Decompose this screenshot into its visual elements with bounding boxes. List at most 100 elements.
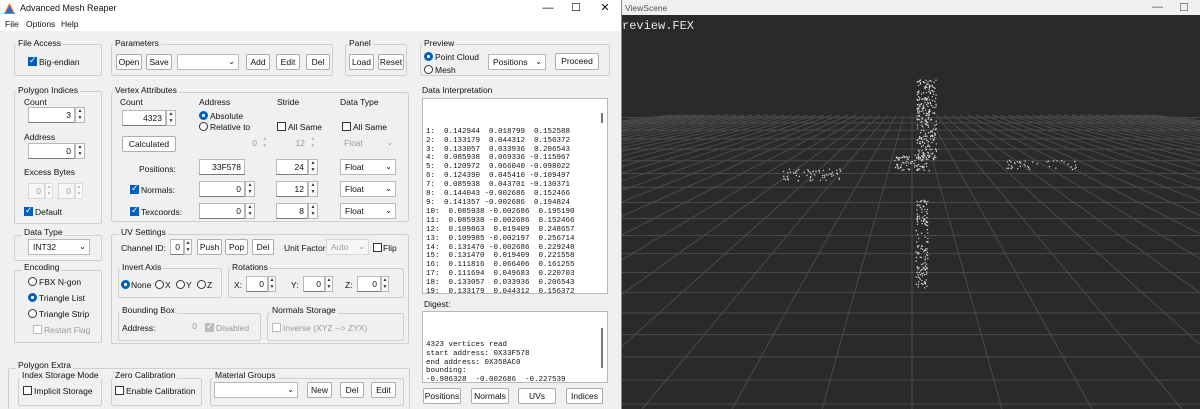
minimize-button[interactable]: —	[533, 1, 563, 16]
viewscene-minimize-button[interactable]: —	[1152, 1, 1163, 13]
pi-address-spinner[interactable]: ▲ ▼	[75, 143, 85, 159]
calculated-button[interactable]: Calculated	[122, 136, 176, 152]
material-new-button[interactable]: New	[307, 382, 332, 398]
rot-y-spinner[interactable]: ▲ ▼	[325, 276, 333, 292]
texcoords-address-input[interactable]: 0	[199, 203, 245, 219]
positions-stride-spinner[interactable]: ▲ ▼	[308, 159, 318, 175]
excess-b-input[interactable]: 0	[58, 183, 75, 199]
positions-stride-input[interactable]: 24	[276, 159, 308, 175]
del-button[interactable]: Del	[306, 54, 330, 70]
excess-a-spinner[interactable]: ▲ ▼	[45, 183, 53, 199]
absolute-radio[interactable]	[199, 111, 208, 120]
open-button[interactable]: Open	[116, 54, 142, 70]
rot-y-input[interactable]: 0	[303, 276, 325, 292]
menu-help[interactable]: Help	[61, 19, 78, 29]
digest-textbox[interactable]: 4323 vertices read start address: 0X33F57…	[422, 311, 608, 383]
positions-dtype-combo[interactable]: Float ⌄	[340, 159, 396, 175]
material-edit-button[interactable]: Edit	[371, 382, 396, 398]
menu-file[interactable]: File	[5, 19, 19, 29]
interp-scrollbar[interactable]	[599, 101, 606, 291]
fbx-ngon-radio[interactable]	[28, 277, 37, 286]
invert-none-radio[interactable]	[121, 280, 130, 289]
pop-button[interactable]: Pop	[225, 239, 248, 255]
texcoords-dtype-combo[interactable]: Float ⌄	[340, 203, 396, 219]
mesh-radio[interactable]	[424, 65, 433, 74]
stride-all-spinner[interactable]: ▲ ▼	[308, 136, 318, 152]
preview-mode-combo[interactable]: Positions ⌄	[488, 54, 546, 70]
stride-all-same-checkbox[interactable]	[277, 122, 286, 131]
dtype-all-combo[interactable]: Float ⌄	[340, 136, 396, 152]
material-del-button[interactable]: Del	[340, 382, 364, 398]
triangle-strip-radio[interactable]	[28, 309, 37, 318]
texcoords-address-spinner[interactable]: ▲ ▼	[245, 203, 255, 219]
rot-z-input[interactable]: 0	[357, 276, 381, 292]
channel-id-input[interactable]: 0	[170, 239, 184, 255]
normals-dtype-combo[interactable]: Float ⌄	[340, 181, 396, 197]
texcoords-stride-spinner[interactable]: ▲ ▼	[308, 203, 318, 219]
data-interpretation-textbox[interactable]: 1: 0.142944 0.018799 0.152588 2: 0.133179…	[422, 98, 608, 294]
relative-spinner[interactable]: ▲ ▼	[260, 136, 270, 152]
index-data-type-combo[interactable]: INT32 ⌄	[28, 239, 90, 255]
dtype-all-same-checkbox[interactable]	[342, 122, 351, 131]
unit-factor-combo[interactable]: Auto ⌄	[326, 239, 369, 255]
positions-view-button[interactable]: Positions	[423, 388, 461, 404]
pi-count-spinner[interactable]: ▲ ▼	[75, 107, 85, 123]
uvs-view-button[interactable]: UVs	[518, 388, 556, 404]
scene-canvas[interactable]	[622, 15, 1200, 409]
pi-address-input[interactable]: 0	[28, 143, 75, 159]
uv-del-button[interactable]: Del	[252, 239, 274, 255]
invert-y-radio[interactable]	[176, 280, 185, 289]
normals-address-input[interactable]: 0	[199, 181, 245, 197]
cloud-point	[926, 154, 929, 157]
save-button[interactable]: Save	[146, 54, 172, 70]
menu-options[interactable]: Options	[26, 19, 55, 29]
rot-x-spinner[interactable]: ▲ ▼	[268, 276, 276, 292]
positions-address-input[interactable]: 33F578	[199, 159, 245, 175]
big-endian-checkbox[interactable]	[28, 55, 37, 66]
load-button[interactable]: Load	[349, 54, 374, 70]
inverse-checkbox[interactable]	[272, 323, 281, 332]
viewscene-maximize-button[interactable]: ☐	[1179, 1, 1189, 14]
rot-x-input[interactable]: 0	[246, 276, 268, 292]
texcoords-checkbox[interactable]	[130, 205, 139, 216]
stride-all-input[interactable]: 12	[276, 136, 308, 152]
push-button[interactable]: Push	[197, 239, 222, 255]
excess-b-spinner[interactable]: ▲ ▼	[75, 183, 83, 199]
texcoords-stride-input[interactable]: 8	[276, 203, 308, 219]
proceed-button[interactable]: Proceed	[555, 53, 599, 70]
edit-button[interactable]: Edit	[276, 54, 300, 70]
add-button[interactable]: Add	[246, 54, 270, 70]
rot-z-spinner[interactable]: ▲ ▼	[381, 276, 389, 292]
relative-input[interactable]: 0	[222, 136, 260, 152]
normals-stride-spinner[interactable]: ▲ ▼	[308, 181, 318, 197]
bounding-disabled-checkbox[interactable]	[205, 321, 214, 332]
va-count-input[interactable]: 4323	[122, 110, 166, 126]
maximize-button[interactable]: ☐	[561, 1, 591, 16]
va-count-spinner[interactable]: ▲ ▼	[166, 110, 176, 126]
enable-calibration-checkbox[interactable]	[115, 386, 124, 395]
excess-a-input[interactable]: 0	[28, 183, 45, 199]
triangle-list-radio[interactable]	[28, 293, 37, 302]
flip-checkbox[interactable]	[373, 243, 382, 252]
pi-count-input[interactable]: 3	[28, 107, 75, 123]
digest-scrollbar[interactable]	[599, 314, 606, 380]
normals-view-button[interactable]: Normals	[471, 388, 509, 404]
reset-button[interactable]: Reset	[378, 54, 404, 70]
restart-flag-checkbox[interactable]	[33, 325, 42, 334]
relative-radio[interactable]	[199, 122, 208, 131]
invert-x-radio[interactable]	[155, 280, 164, 289]
default-checkbox[interactable]	[24, 205, 33, 216]
invert-z-radio[interactable]	[197, 280, 206, 289]
normals-checkbox[interactable]	[130, 183, 139, 194]
channel-id-spinner[interactable]: ▲ ▼	[184, 239, 192, 255]
material-combo[interactable]: ⌄	[214, 382, 298, 398]
indices-view-button[interactable]: Indices	[566, 388, 603, 404]
point-cloud-radio[interactable]	[424, 52, 433, 61]
bounding-address-input[interactable]: 0	[160, 319, 200, 335]
normals-stride-input[interactable]: 12	[276, 181, 308, 197]
preset-combo[interactable]: ⌄	[177, 54, 239, 70]
normals-address-spinner[interactable]: ▲ ▼	[245, 181, 255, 197]
close-button[interactable]: ✕	[590, 1, 620, 16]
viewscene-window[interactable]: ViewScene — ☐ review.FEX	[622, 0, 1200, 409]
implicit-storage-checkbox[interactable]	[23, 386, 32, 395]
